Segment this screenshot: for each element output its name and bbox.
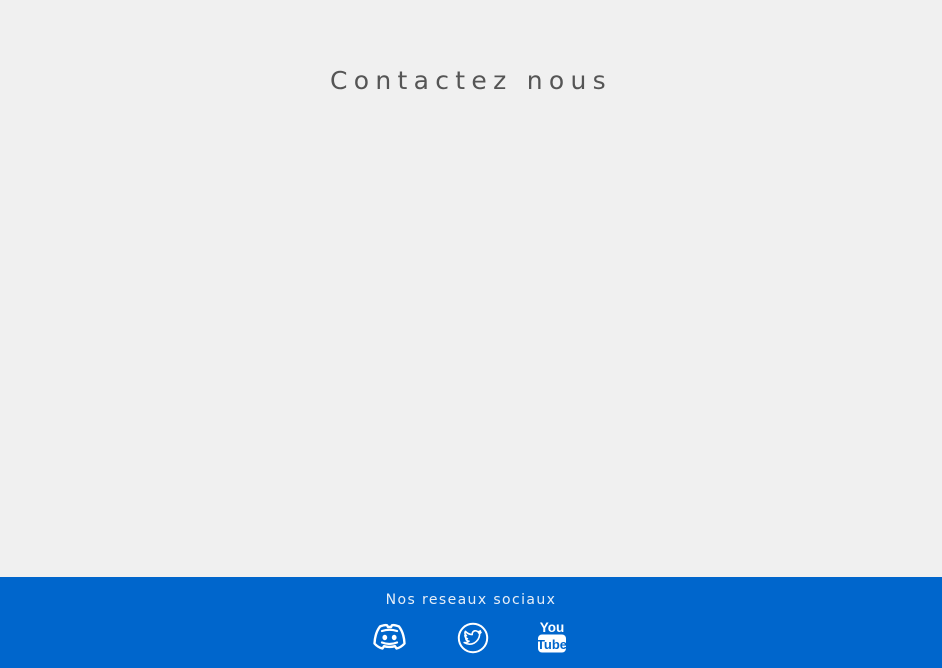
youtube-icon: You Tube xyxy=(537,620,567,653)
page-title: Contactez nous xyxy=(330,66,612,95)
svg-text:You: You xyxy=(540,620,565,635)
discord-icon xyxy=(373,623,406,650)
discord-link[interactable] xyxy=(371,622,408,652)
svg-text:Tube: Tube xyxy=(537,637,567,652)
footer-title: Nos reseaux sociaux xyxy=(385,592,557,608)
twitter-icon xyxy=(457,622,489,654)
twitter-link[interactable] xyxy=(457,622,489,654)
youtube-link[interactable]: You Tube xyxy=(537,619,567,654)
footer: Nos reseaux sociaux You Tube xyxy=(0,577,942,668)
